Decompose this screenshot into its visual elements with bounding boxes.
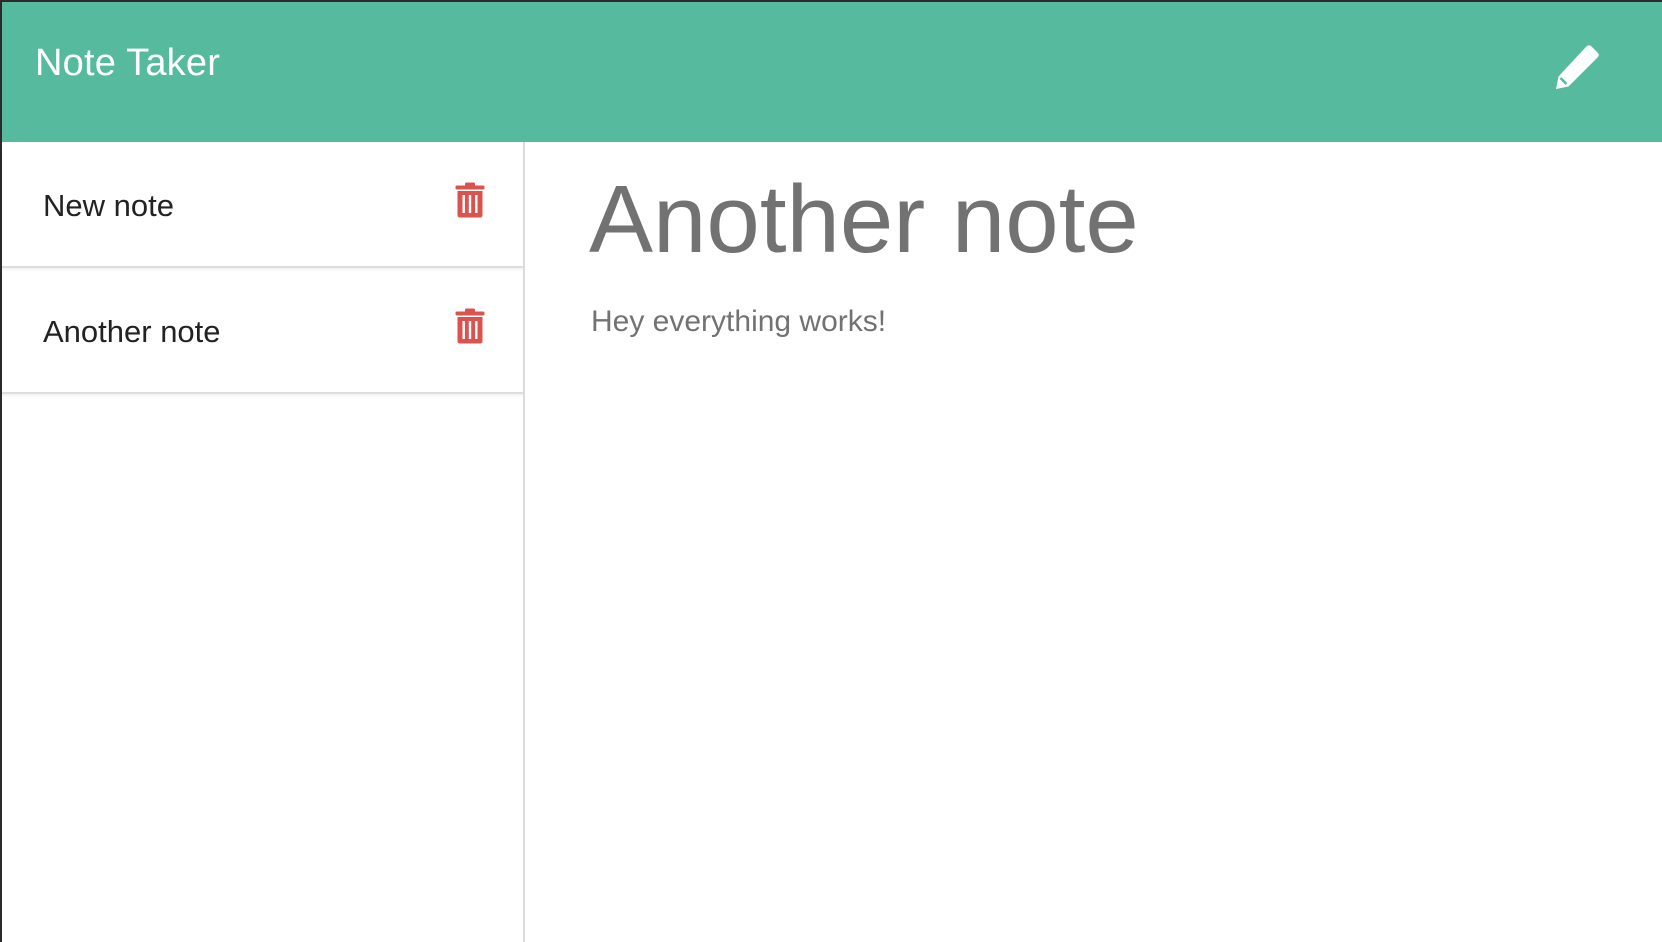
pencil-icon: [1556, 45, 1599, 89]
note-editor: Another note Hey everything works!: [525, 142, 1662, 942]
note-list-item[interactable]: Another note: [2, 268, 523, 394]
delete-note-button[interactable]: [452, 179, 488, 221]
delete-note-button[interactable]: [452, 305, 488, 347]
new-note-button[interactable]: [1548, 40, 1604, 96]
note-list-item[interactable]: New note: [2, 142, 523, 268]
trash-icon: [455, 308, 485, 344]
notes-sidebar: New note Another note: [2, 142, 525, 942]
note-list-item-title: Another note: [43, 314, 221, 349]
navbar: Note Taker: [2, 2, 1662, 142]
trash-icon: [455, 182, 485, 218]
app-title[interactable]: Note Taker: [35, 44, 220, 82]
note-list-item-title: New note: [43, 188, 174, 223]
note-text-area[interactable]: Hey everything works!: [591, 304, 886, 340]
note-title-input[interactable]: Another note: [589, 167, 1139, 273]
note-list: New note Another note: [2, 142, 523, 394]
note-taker-app: Note Taker New note Another note Another…: [0, 0, 1662, 942]
